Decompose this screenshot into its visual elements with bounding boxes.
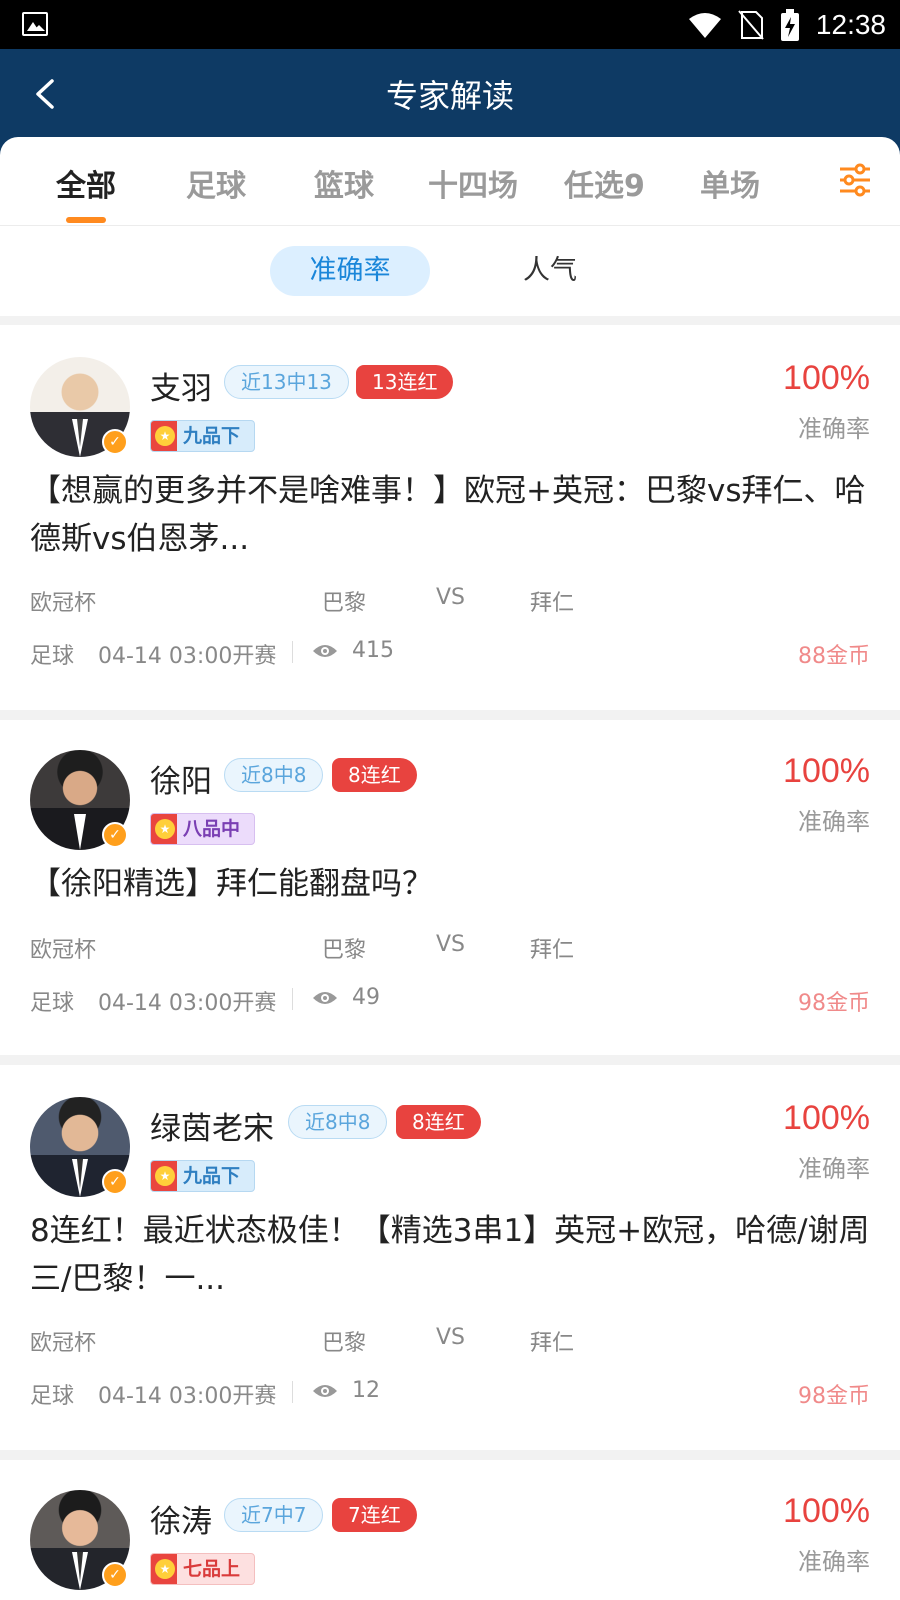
- accuracy-label: 准确率: [798, 808, 870, 836]
- meta-divider: [292, 1381, 293, 1403]
- battery-charging-icon: [780, 8, 799, 41]
- active-tab-indicator: [66, 217, 106, 223]
- rank-badge: 八品中: [150, 813, 256, 845]
- win-streak-badge: 8连红: [396, 1105, 481, 1139]
- win-streak-badge: 7连红: [332, 1498, 417, 1532]
- recent-record-badge: 近13中13: [224, 365, 349, 399]
- away-team: 拜仁: [530, 1331, 575, 1356]
- rank-label: 八品中: [183, 818, 241, 840]
- rank-badge: 七品上: [150, 1553, 256, 1585]
- article-headline[interactable]: 【徐阳精选】拜仁能翻盘吗？: [30, 860, 870, 908]
- home-team: 巴黎: [322, 1331, 367, 1356]
- rank-medal-icon: [151, 814, 177, 844]
- accuracy-value: 100%: [783, 359, 870, 397]
- view-count: 415: [352, 638, 394, 663]
- tab-fourteen[interactable]: 十四场: [428, 161, 518, 205]
- article-headline[interactable]: 【想赢的更多并不是啥难事！】欧冠+英冠：巴黎vs拜仁、哈德斯vs伯恩茅...: [30, 467, 870, 563]
- rank-medal-icon: [151, 1161, 177, 1191]
- expert-card[interactable]: ✓ 徐涛 近7中7 7连红 七品上 100% 准确率: [0, 1460, 900, 1600]
- home-team: 巴黎: [322, 938, 367, 963]
- vs-label: VS: [436, 585, 466, 610]
- rank-label: 九品下: [183, 1165, 241, 1187]
- rank-medal-icon: [151, 421, 177, 451]
- accuracy-value: 100%: [783, 1099, 870, 1137]
- sort-options: 准确率 人气: [0, 226, 900, 316]
- expert-name: 支羽: [150, 371, 212, 407]
- status-bar: 12:38: [0, 0, 900, 49]
- league-name: 欧冠杯: [30, 1331, 97, 1356]
- accuracy-label: 准确率: [798, 1548, 870, 1576]
- accuracy-label: 准确率: [798, 415, 870, 443]
- recent-record-badge: 近7中7: [224, 1498, 324, 1532]
- kickoff-time: 04-14 03:00开赛: [98, 644, 277, 669]
- expert-card[interactable]: ✓ 绿茵老宋 近8中8 8连红 九品下 100% 准确率 8连红！最近状态极佳！…: [0, 1065, 900, 1450]
- rank-badge: 九品下: [150, 420, 256, 452]
- sort-popularity-button[interactable]: 人气: [470, 246, 630, 296]
- rank-badge: 九品下: [150, 1160, 256, 1192]
- price-label: 98金币: [798, 991, 870, 1016]
- expert-card[interactable]: ✓ 支羽 近13中13 13连红 九品下 100% 准确率 【想赢的更多并不是啥…: [0, 325, 900, 710]
- league-name: 欧冠杯: [30, 938, 97, 963]
- vs-label: VS: [436, 1325, 466, 1350]
- meta-divider: [292, 988, 293, 1010]
- rank-medal-icon: [151, 1554, 177, 1584]
- away-team: 拜仁: [530, 938, 575, 963]
- view-count: 49: [352, 985, 380, 1010]
- expert-name: 绿茵老宋: [150, 1111, 274, 1147]
- accuracy-label: 准确率: [798, 1155, 870, 1183]
- tab-basketball[interactable]: 篮球: [314, 161, 374, 205]
- clock: 12:38: [815, 8, 886, 40]
- sort-accuracy-button[interactable]: 准确率: [270, 246, 430, 296]
- home-team: 巴黎: [322, 591, 367, 616]
- rank-label: 七品上: [183, 1558, 241, 1580]
- expert-name: 徐阳: [150, 764, 212, 800]
- meta-divider: [292, 641, 293, 663]
- vs-label: VS: [436, 932, 466, 957]
- wifi-icon: [688, 12, 721, 38]
- price-label: 98金币: [798, 1384, 870, 1409]
- expert-name: 徐涛: [150, 1504, 212, 1540]
- verified-badge-icon: ✓: [102, 429, 128, 455]
- kickoff-time: 04-14 03:00开赛: [98, 1384, 277, 1409]
- rank-label: 九品下: [183, 425, 241, 447]
- verified-badge-icon: ✓: [102, 1169, 128, 1195]
- verified-badge-icon: ✓: [102, 822, 128, 848]
- filter-settings-icon[interactable]: [838, 163, 872, 197]
- views-eye-icon: [313, 1385, 337, 1397]
- recent-record-badge: 近8中8: [288, 1105, 388, 1139]
- sport-type: 足球: [30, 644, 75, 669]
- tab-pick-nine[interactable]: 任选9: [564, 161, 645, 205]
- accuracy-value: 100%: [783, 752, 870, 790]
- view-count: 12: [352, 1378, 380, 1403]
- image-notification-icon: [22, 12, 48, 36]
- price-label: 88金币: [798, 644, 870, 669]
- recent-record-badge: 近8中8: [224, 758, 324, 792]
- tab-single[interactable]: 单场: [700, 161, 760, 205]
- kickoff-time: 04-14 03:00开赛: [98, 991, 277, 1016]
- verified-badge-icon: ✓: [102, 1562, 128, 1588]
- away-team: 拜仁: [530, 591, 575, 616]
- page-title: 专家解读: [385, 77, 514, 115]
- win-streak-badge: 8连红: [332, 758, 417, 792]
- win-streak-badge: 13连红: [356, 365, 454, 399]
- sport-type: 足球: [30, 1384, 75, 1409]
- article-headline[interactable]: 8连红！最近状态极佳！【精选3串1】英冠+欧冠，哈德/谢周三/巴黎！一...: [30, 1207, 870, 1303]
- no-sim-icon: [738, 9, 764, 40]
- views-eye-icon: [313, 992, 337, 1004]
- views-eye-icon: [313, 645, 337, 657]
- sport-type: 足球: [30, 991, 75, 1016]
- category-tabs: 全部 足球 篮球 十四场 任选9 单场: [0, 137, 900, 226]
- expert-card[interactable]: ✓ 徐阳 近8中8 8连红 八品中 100% 准确率 【徐阳精选】拜仁能翻盘吗？…: [0, 720, 900, 1055]
- tab-football[interactable]: 足球: [186, 161, 246, 205]
- accuracy-value: 100%: [783, 1492, 870, 1530]
- league-name: 欧冠杯: [30, 591, 97, 616]
- tab-all[interactable]: 全部: [56, 161, 116, 205]
